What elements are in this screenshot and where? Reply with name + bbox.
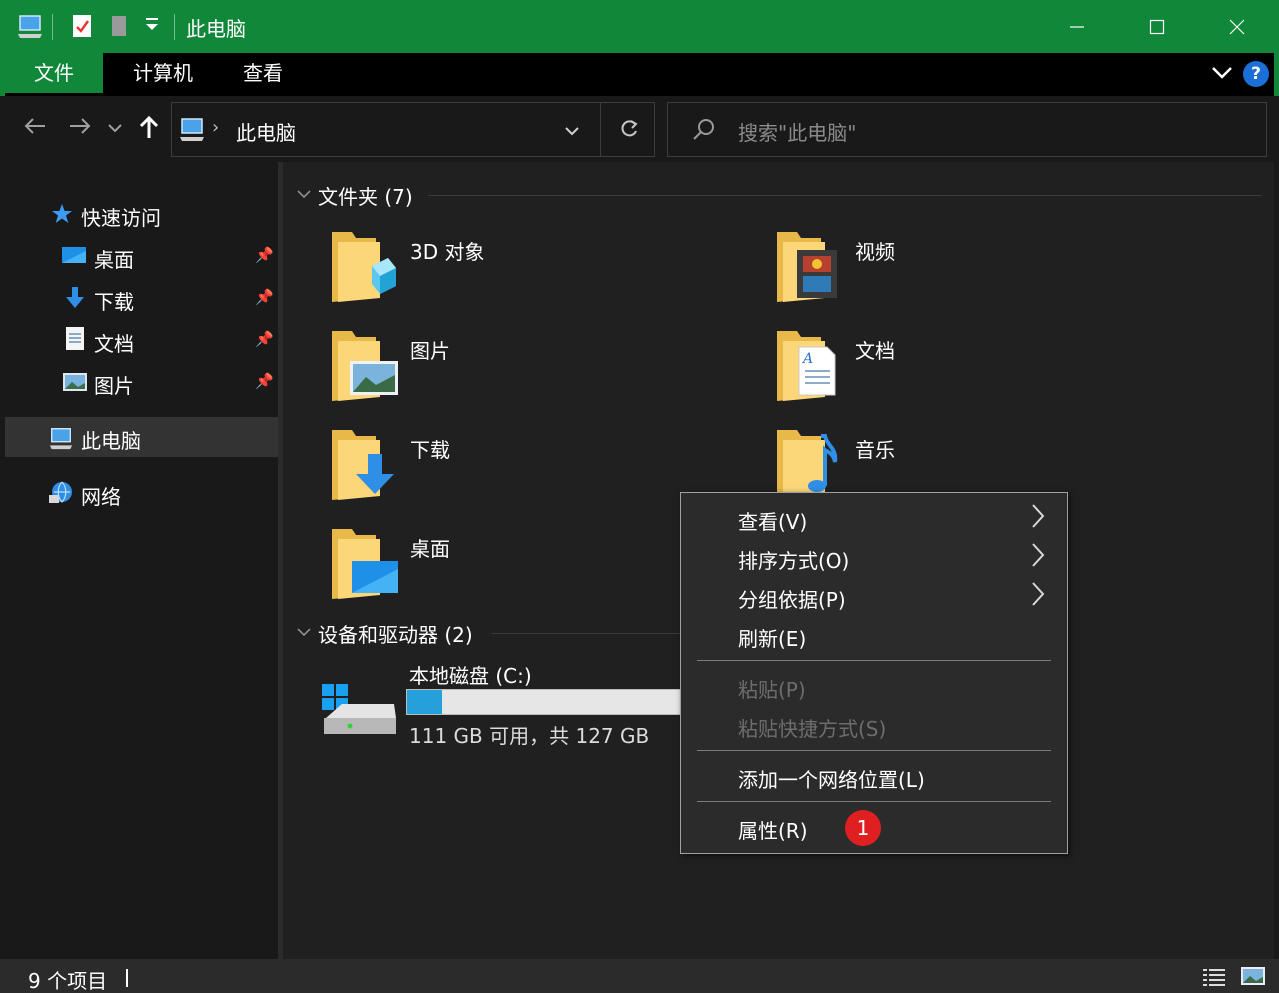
breadcrumb-chevron-icon[interactable]: › <box>212 117 219 138</box>
tab-file[interactable]: 文件 <box>5 53 103 93</box>
picture-icon <box>62 371 88 397</box>
tab-computer[interactable]: 计算机 <box>115 53 211 93</box>
this-pc-icon <box>47 425 75 455</box>
collapse-chevron-icon[interactable] <box>297 188 311 204</box>
back-icon[interactable] <box>23 114 47 144</box>
folder-videos[interactable]: 视频 <box>775 228 1195 318</box>
sidebar-item-desktop[interactable]: 桌面 📌 <box>5 236 278 276</box>
sidebar-item-network[interactable]: 网络 <box>5 473 278 513</box>
quick-toolbar-dropdown-icon[interactable] <box>144 16 160 40</box>
maximize-button[interactable] <box>1117 0 1197 53</box>
forward-icon[interactable] <box>68 114 92 144</box>
menu-item-refresh[interactable]: 刷新(E) <box>681 617 1067 655</box>
status-bar: 9 个项目 <box>0 959 1279 993</box>
drive-name: 本地磁盘 (C:) <box>409 664 532 688</box>
document-icon <box>64 326 86 356</box>
folder-documents[interactable]: A 文档 <box>775 327 1195 417</box>
properties-icon[interactable] <box>70 12 94 44</box>
pictures-folder-icon <box>330 327 400 407</box>
this-pc-icon <box>178 115 206 147</box>
sidebar-item-documents[interactable]: 文档 📌 <box>5 320 278 360</box>
minimize-icon <box>1070 25 1084 28</box>
menu-item-add-network-location[interactable]: 添加一个网络位置(L) <box>681 758 1067 796</box>
step-marker-badge: 1 <box>845 810 881 846</box>
desktop-icon <box>61 245 87 271</box>
3d-objects-folder-icon <box>330 228 400 308</box>
submenu-chevron-icon <box>1031 503 1045 535</box>
help-button[interactable]: ? <box>1243 61 1269 87</box>
folder-pictures[interactable]: 图片 <box>330 327 750 417</box>
up-icon[interactable] <box>137 114 161 146</box>
address-bar[interactable]: › 此电脑 <box>171 102 655 157</box>
submenu-chevron-icon <box>1031 542 1045 574</box>
pin-icon[interactable]: 📌 <box>255 246 274 264</box>
documents-folder-icon: A <box>775 327 845 407</box>
svg-text:A: A <box>801 351 813 367</box>
tab-view[interactable]: 查看 <box>223 53 303 93</box>
this-pc-icon <box>16 12 44 44</box>
sidebar-item-pictures[interactable]: 图片 📌 <box>5 362 278 402</box>
refresh-icon[interactable] <box>618 118 640 144</box>
music-folder-icon <box>775 426 845 496</box>
breadcrumb[interactable]: 此电脑 <box>236 117 296 146</box>
menu-item-paste[interactable]: 粘贴(P) <box>681 668 1067 706</box>
item-count: 9 个项目 <box>28 969 108 993</box>
address-history-icon[interactable] <box>564 123 580 142</box>
menu-separator <box>697 660 1051 661</box>
close-icon <box>1229 19 1245 34</box>
hard-drive-icon <box>320 682 398 746</box>
new-folder-icon[interactable] <box>108 12 132 44</box>
navigation-pane: 快速访问 桌面 📌 下载 📌 文档 📌 图片 📌 此电脑 网络 <box>5 162 278 959</box>
search-icon <box>692 118 716 146</box>
submenu-chevron-icon <box>1031 581 1045 613</box>
download-arrow-icon <box>63 285 87 315</box>
expand-ribbon-icon[interactable] <box>1210 63 1234 87</box>
sidebar-item-downloads[interactable]: 下载 📌 <box>5 278 278 318</box>
pin-icon[interactable]: 📌 <box>255 288 274 306</box>
minimize-button[interactable] <box>1037 0 1117 53</box>
video-folder-icon <box>775 228 845 308</box>
drive-usage-bar <box>406 689 686 715</box>
folder-3d-objects[interactable]: 3D 对象 <box>330 228 750 318</box>
ribbon-tabs: 文件 计算机 查看 ? <box>0 53 1279 96</box>
recent-locations-icon[interactable] <box>107 118 123 143</box>
search-placeholder: 搜索"此电脑" <box>738 121 857 145</box>
menu-item-sort-by[interactable]: 排序方式(O) <box>681 539 1067 577</box>
menu-item-paste-shortcut[interactable]: 粘贴快捷方式(S) <box>681 707 1067 745</box>
network-icon <box>48 480 74 510</box>
menu-separator <box>697 801 1051 802</box>
pin-icon[interactable]: 📌 <box>255 372 274 390</box>
downloads-folder-icon <box>330 426 400 506</box>
menu-item-view[interactable]: 查看(V) <box>681 500 1067 538</box>
title-bar: 此电脑 <box>0 0 1279 53</box>
navigation-bar: › 此电脑 搜索"此电脑" <box>5 96 1274 162</box>
maximize-icon <box>1149 19 1165 34</box>
desktop-folder-icon <box>330 525 400 605</box>
menu-separator <box>697 750 1051 751</box>
sidebar-item-this-pc[interactable]: 此电脑 <box>5 417 278 457</box>
context-menu: 查看(V) 排序方式(O) 分组依据(P) 刷新(E) 粘贴(P) 粘贴快捷方式… <box>680 492 1068 854</box>
pin-icon[interactable]: 📌 <box>255 330 274 348</box>
sidebar-item-quick-access[interactable]: 快速访问 <box>5 194 278 234</box>
close-button[interactable] <box>1197 0 1277 53</box>
collapse-chevron-icon[interactable] <box>297 626 311 642</box>
drive-free-space: 111 GB 可用，共 127 GB <box>409 724 650 748</box>
group-header-folders[interactable]: 文件夹 (7) <box>318 181 413 210</box>
window-title: 此电脑 <box>186 17 246 41</box>
details-view-icon[interactable] <box>1202 967 1226 991</box>
menu-item-group-by[interactable]: 分组依据(P) <box>681 578 1067 616</box>
group-header-devices[interactable]: 设备和驱动器 (2) <box>318 619 473 648</box>
large-icons-view-icon[interactable] <box>1240 965 1266 991</box>
star-icon <box>51 203 73 229</box>
search-input[interactable]: 搜索"此电脑" <box>667 102 1267 157</box>
drive-usage-fill <box>407 690 443 714</box>
